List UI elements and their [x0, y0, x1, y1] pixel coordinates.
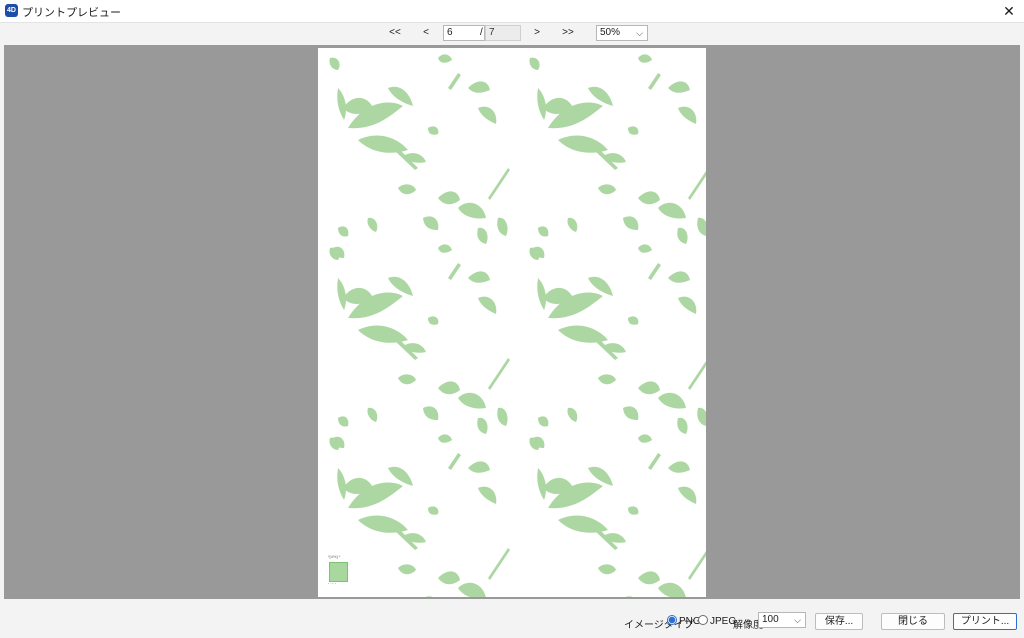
resolution-value: 100 — [762, 614, 779, 625]
resolution-select[interactable]: 100 ⌵ — [758, 612, 806, 628]
last-page-button[interactable]: >> — [558, 26, 578, 40]
jpeg-radio[interactable] — [698, 615, 708, 625]
window-title: プリントプレビュー — [22, 7, 121, 19]
thumbnail-label: *[4%] * — [328, 554, 341, 559]
next-page-button[interactable]: > — [527, 26, 547, 40]
zoom-value: 50% — [600, 27, 621, 38]
close-button[interactable]: 閉じる — [881, 613, 945, 630]
close-icon[interactable]: ✕ — [1000, 2, 1018, 20]
app-icon: 4D — [5, 4, 18, 17]
png-radio[interactable] — [667, 615, 677, 625]
page-navigation-bar: << < 6 / 7 > >> 50% ⌵ — [0, 22, 1024, 44]
chevron-down-icon: ⌵ — [794, 615, 801, 625]
chevron-down-icon: ⌵ — [636, 28, 643, 38]
save-button[interactable]: 保存... — [815, 613, 863, 630]
zoom-select[interactable]: 50% ⌵ — [596, 25, 648, 41]
footer-bar: イメージタイプ PNG JPEG 解像度 100 ⌵ 保存... 閉じる プリン… — [0, 600, 1024, 638]
print-button[interactable]: プリント... — [953, 613, 1017, 630]
first-page-button[interactable]: << — [385, 26, 405, 40]
thumbnail-footer: ° ' ° ' ° — [328, 582, 337, 586]
total-pages-field: 7 — [485, 25, 521, 41]
page-thumbnail — [329, 562, 348, 582]
preview-area[interactable]: *[4%] * ° ' ° ' ° — [4, 45, 1020, 599]
preview-page: *[4%] * ° ' ° ' ° — [318, 48, 706, 597]
leaf-pattern — [329, 54, 706, 597]
current-page-input[interactable]: 6 — [443, 25, 485, 41]
title-bar: 4D プリントプレビュー ✕ — [0, 0, 1024, 23]
previous-page-button[interactable]: < — [416, 26, 436, 40]
page-separator: / — [480, 27, 483, 38]
